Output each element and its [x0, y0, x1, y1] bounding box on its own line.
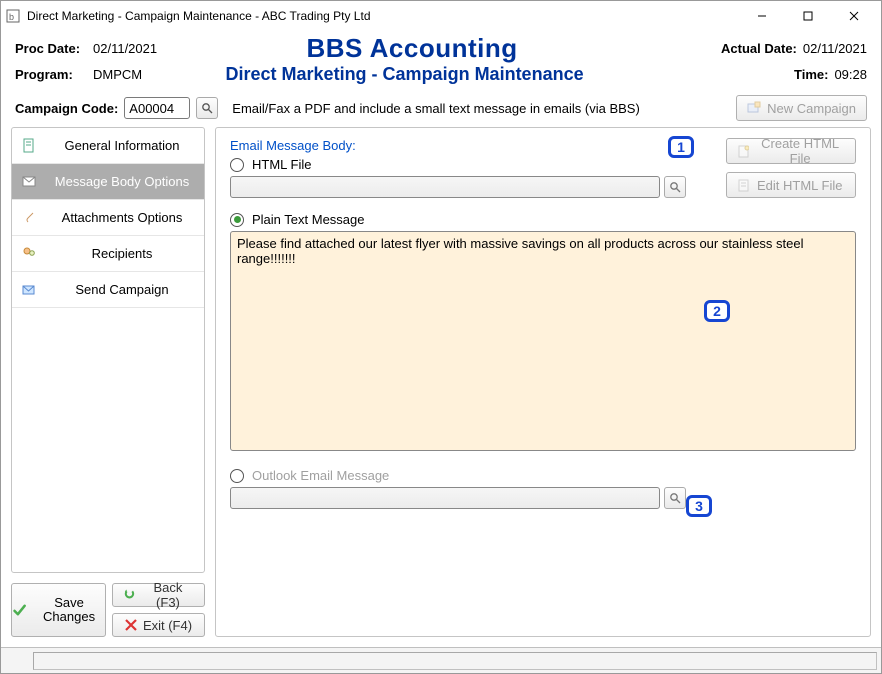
svg-text:b: b: [9, 12, 14, 22]
recipients-icon: [20, 245, 38, 263]
header-row-2: Program: DMPCM Direct Marketing - Campai…: [1, 62, 881, 87]
statusbar-inset: [33, 652, 877, 670]
exit-label: Exit (F4): [143, 618, 192, 633]
sidebar-item-attachments-options[interactable]: Attachments Options: [12, 200, 204, 236]
sidebar-item-send-campaign[interactable]: Send Campaign: [12, 272, 204, 308]
save-changes-button[interactable]: Save Changes: [11, 583, 106, 637]
actual-date-value: 02/11/2021: [803, 41, 867, 56]
sidebar-item-message-body-options[interactable]: Message Body Options: [12, 164, 204, 200]
campaign-description: Email/Fax a PDF and include a small text…: [232, 101, 640, 116]
check-icon: [12, 601, 27, 619]
html-action-buttons: Create HTML File Edit HTML File: [726, 138, 856, 198]
magnifier-icon: [669, 492, 681, 504]
close-icon: [125, 619, 137, 631]
edit-html-button[interactable]: Edit HTML File: [726, 172, 856, 198]
back-arrow-icon: [123, 588, 136, 602]
campaign-code-label: Campaign Code:: [15, 101, 118, 116]
header-right-2: Time: 09:28: [667, 67, 867, 82]
sidebar-item-label: Send Campaign: [48, 282, 196, 297]
header-right-1: Actual Date: 02/11/2021: [667, 41, 867, 56]
radio-icon: [230, 213, 244, 227]
new-campaign-button[interactable]: New Campaign: [736, 95, 867, 121]
main: General Information Message Body Options…: [1, 127, 881, 647]
toolbar: Campaign Code: Email/Fax a PDF and inclu…: [1, 87, 881, 127]
new-campaign-label: New Campaign: [767, 101, 856, 116]
sidebar-item-label: Message Body Options: [48, 174, 196, 189]
plain-text-option[interactable]: Plain Text Message: [230, 212, 856, 227]
document-icon: [20, 137, 38, 155]
statusbar: [1, 647, 881, 673]
edit-file-icon: [737, 178, 751, 192]
magnifier-icon: [201, 102, 213, 114]
send-icon: [20, 281, 38, 299]
app-subtitle-wrap: Direct Marketing - Campaign Maintenance: [142, 64, 667, 85]
new-campaign-icon: [747, 101, 761, 115]
back-button[interactable]: Back (F3): [112, 583, 205, 607]
sidebar: General Information Message Body Options…: [11, 127, 205, 637]
program-value: DMPCM: [93, 67, 142, 82]
back-exit-stack: Back (F3) Exit (F4): [112, 583, 205, 637]
actual-date-label: Actual Date:: [721, 41, 797, 56]
outlook-file-path-row: [230, 487, 856, 509]
message-icon: [20, 173, 38, 191]
minimize-button[interactable]: [739, 2, 785, 30]
outlook-file-browse-button[interactable]: [664, 487, 686, 509]
sidebar-item-general-information[interactable]: General Information: [12, 128, 204, 164]
magnifier-icon: [669, 181, 681, 193]
close-button[interactable]: [831, 2, 877, 30]
annotation-marker-1: 1: [668, 136, 694, 158]
proc-date-value: 02/11/2021: [93, 41, 157, 56]
exit-button[interactable]: Exit (F4): [112, 613, 205, 637]
app-icon: b: [5, 8, 21, 24]
proc-date-label: Proc Date:: [15, 41, 93, 56]
program-label: Program:: [15, 67, 93, 82]
titlebar: b Direct Marketing - Campaign Maintenanc…: [1, 1, 881, 31]
html-file-browse-button[interactable]: [664, 176, 686, 198]
app-title-main: BBS Accounting: [157, 33, 667, 64]
radio-icon: [230, 158, 244, 172]
html-file-label: HTML File: [252, 157, 311, 172]
time-label: Time:: [794, 67, 828, 82]
create-html-label: Create HTML File: [755, 136, 845, 166]
outlook-option[interactable]: Outlook Email Message: [230, 468, 856, 483]
maximize-button[interactable]: [785, 2, 831, 30]
sidebar-item-label: Attachments Options: [48, 210, 196, 225]
save-changes-label: Save Changes: [33, 596, 105, 625]
edit-html-label: Edit HTML File: [757, 178, 842, 193]
window-title: Direct Marketing - Campaign Maintenance …: [27, 9, 739, 23]
radio-icon: [230, 469, 244, 483]
create-html-button[interactable]: Create HTML File: [726, 138, 856, 164]
sidebar-item-label: General Information: [48, 138, 196, 153]
plain-text-input[interactable]: [230, 231, 856, 451]
sidebar-item-recipients[interactable]: Recipients: [12, 236, 204, 272]
content-panel: Email Message Body: HTML File Create HTM…: [215, 127, 871, 637]
annotation-marker-3: 3: [686, 495, 712, 517]
new-file-icon: [737, 144, 749, 158]
bottom-buttons: Save Changes Back (F3) Exit (F4): [11, 583, 205, 637]
header-row-1: Proc Date: 02/11/2021 BBS Accounting Act…: [1, 31, 881, 66]
app-subtitle: Direct Marketing - Campaign Maintenance: [142, 64, 667, 85]
sidebar-item-label: Recipients: [48, 246, 196, 261]
campaign-code-search-button[interactable]: [196, 97, 218, 119]
time-value: 09:28: [834, 67, 867, 82]
app-title: BBS Accounting: [157, 33, 667, 64]
campaign-code-input[interactable]: [124, 97, 190, 119]
plain-text-label: Plain Text Message: [252, 212, 365, 227]
app-window: b Direct Marketing - Campaign Maintenanc…: [0, 0, 882, 674]
back-label: Back (F3): [142, 580, 194, 610]
attachment-icon: [20, 209, 38, 227]
nav: General Information Message Body Options…: [11, 127, 205, 573]
outlook-label: Outlook Email Message: [252, 468, 389, 483]
window-controls: [739, 2, 877, 30]
outlook-file-path-input[interactable]: [230, 487, 660, 509]
annotation-marker-2: 2: [704, 300, 730, 322]
html-file-path-input[interactable]: [230, 176, 660, 198]
